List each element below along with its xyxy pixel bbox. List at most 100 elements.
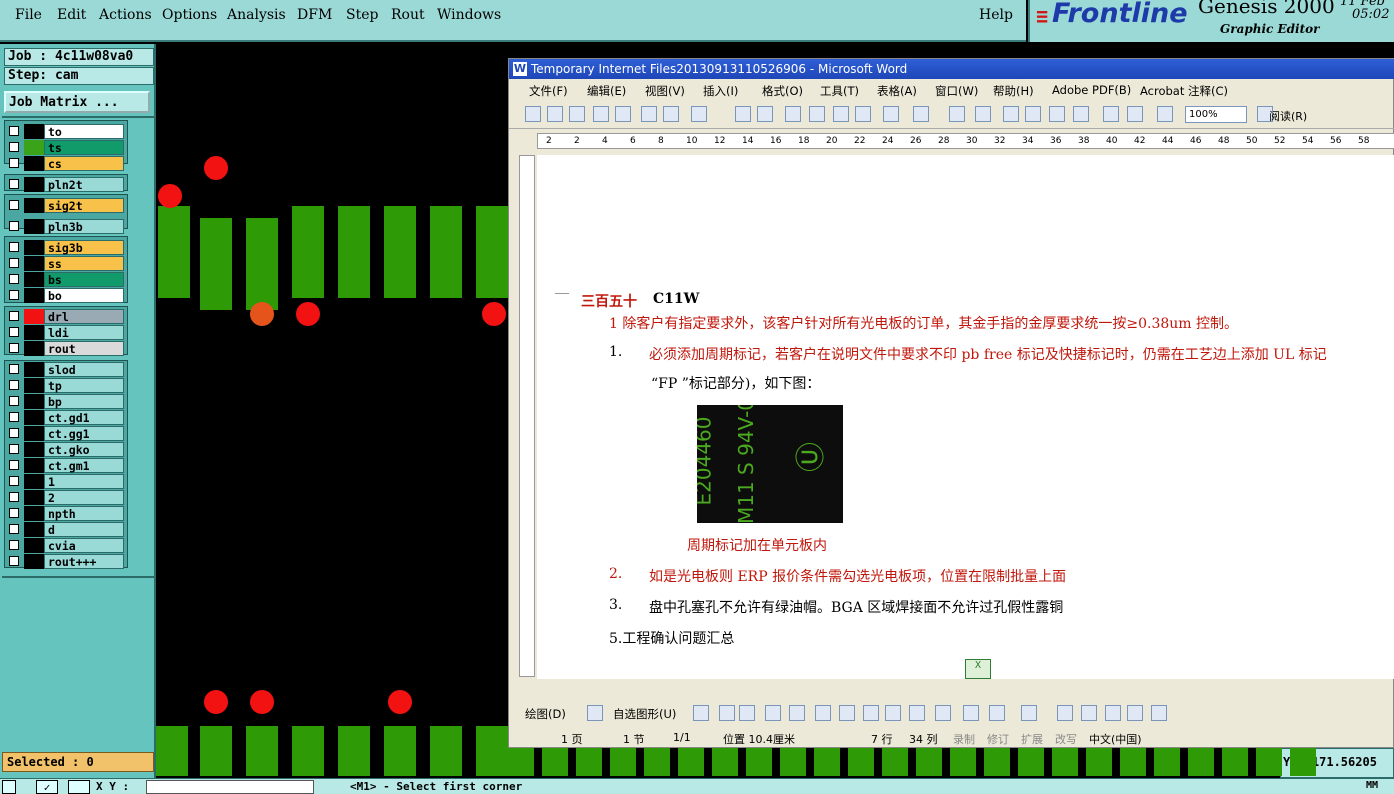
word-menu-format[interactable]: 格式(O): [762, 83, 803, 99]
layer-checkbox[interactable]: [9, 126, 19, 136]
horizontal-ruler[interactable]: 2 2 4 6 8 10 12 14 16 18 20 22 24 26 28 30 32 34 36 38 40 42 4…: [537, 133, 1394, 149]
layer-checkbox[interactable]: [9, 142, 19, 152]
xy-input[interactable]: [146, 780, 314, 794]
layer-row[interactable]: ct.gko: [6, 442, 124, 457]
word-menu-view[interactable]: 视图(V): [645, 83, 685, 99]
layer-checkbox[interactable]: [9, 221, 19, 231]
toolbar-button-icon[interactable]: [975, 106, 991, 122]
layer-row[interactable]: bs: [6, 272, 124, 287]
toolbar-button-icon[interactable]: [735, 106, 751, 122]
layer-checkbox[interactable]: [9, 158, 19, 168]
menu-rout[interactable]: Rout: [391, 7, 425, 23]
layer-row[interactable]: rout+++: [6, 554, 124, 569]
arrow-tool-icon[interactable]: [2, 780, 16, 794]
toolbar-button-icon[interactable]: [1103, 106, 1119, 122]
layer-row[interactable]: d: [6, 522, 124, 537]
layer-checkbox[interactable]: [9, 428, 19, 438]
status-record[interactable]: 录制: [953, 731, 975, 747]
status-overtype[interactable]: 改写: [1055, 731, 1077, 747]
layer-checkbox[interactable]: [9, 412, 19, 422]
menu-analysis[interactable]: Analysis: [227, 7, 286, 23]
status-track[interactable]: 修订: [987, 731, 1009, 747]
toolbar-button-icon[interactable]: [949, 106, 965, 122]
layer-row[interactable]: ts: [6, 140, 124, 155]
layer-row[interactable]: ct.gm1: [6, 458, 124, 473]
layer-row[interactable]: ldi: [6, 325, 124, 340]
toolbar-button-icon[interactable]: [1049, 106, 1065, 122]
draw-tool-icon[interactable]: [1127, 705, 1143, 721]
check-icon[interactable]: ✓: [36, 780, 58, 794]
word-menu-help[interactable]: 帮助(H): [993, 83, 1034, 99]
word-menu-table[interactable]: 表格(A): [877, 83, 917, 99]
layer-checkbox[interactable]: [9, 460, 19, 470]
draw-tool-icon[interactable]: [839, 705, 855, 721]
word-menu-file[interactable]: 文件(F): [529, 83, 568, 99]
word-menu-adobe-pdf[interactable]: Adobe PDF(B): [1052, 83, 1131, 97]
toolbar-button-icon[interactable]: [593, 106, 609, 122]
job-matrix-button[interactable]: Job Matrix ...: [4, 91, 150, 113]
toolbar-button-icon[interactable]: [913, 106, 929, 122]
layer-checkbox[interactable]: [9, 327, 19, 337]
menu-help[interactable]: Help: [979, 7, 1013, 23]
layer-row[interactable]: bo: [6, 288, 124, 303]
layer-checkbox[interactable]: [9, 556, 19, 566]
toolbar-button-icon[interactable]: [883, 106, 899, 122]
toolbar-button-icon[interactable]: [809, 106, 825, 122]
layer-row[interactable]: ss: [6, 256, 124, 271]
layer-checkbox[interactable]: [9, 396, 19, 406]
word-menu-window[interactable]: 窗口(W): [935, 83, 978, 99]
excel-object-icon[interactable]: X: [965, 659, 991, 679]
toolbar-button-icon[interactable]: [641, 106, 657, 122]
layer-checkbox[interactable]: [9, 508, 19, 518]
draw-tool-icon[interactable]: [935, 705, 951, 721]
autoshape-menu[interactable]: 自选图形(U): [613, 706, 676, 722]
layer-checkbox[interactable]: [9, 444, 19, 454]
draw-tool-icon[interactable]: [963, 705, 979, 721]
layer-checkbox[interactable]: [9, 492, 19, 502]
draw-tool-icon[interactable]: [765, 705, 781, 721]
toolbar-button-icon[interactable]: [855, 106, 871, 122]
layer-checkbox[interactable]: [9, 200, 19, 210]
layer-checkbox[interactable]: [9, 258, 19, 268]
draw-tool-icon[interactable]: [719, 705, 735, 721]
toolbar-button-icon[interactable]: [663, 106, 679, 122]
draw-tool-icon[interactable]: [789, 705, 805, 721]
toolbar-button-icon[interactable]: [785, 106, 801, 122]
layer-row[interactable]: sig3b: [6, 240, 124, 255]
layer-row[interactable]: cs: [6, 156, 124, 171]
layer-row[interactable]: 1: [6, 474, 124, 489]
menu-windows[interactable]: Windows: [437, 7, 501, 23]
draw-tool-icon[interactable]: [885, 705, 901, 721]
layer-row[interactable]: bp: [6, 394, 124, 409]
draw-tool-icon[interactable]: [1057, 705, 1073, 721]
draw-tool-icon[interactable]: [863, 705, 879, 721]
toolbar-button-icon[interactable]: [757, 106, 773, 122]
layer-checkbox[interactable]: [9, 274, 19, 284]
layer-checkbox[interactable]: [9, 242, 19, 252]
toolbar-button-icon[interactable]: [547, 106, 563, 122]
draw-tool-icon[interactable]: [1105, 705, 1121, 721]
menu-edit[interactable]: Edit: [57, 7, 86, 23]
layer-row[interactable]: npth: [6, 506, 124, 521]
vertical-ruler[interactable]: [519, 155, 535, 677]
layer-row[interactable]: drl: [6, 309, 124, 324]
menu-actions[interactable]: Actions: [99, 7, 152, 23]
toolbar-button-icon[interactable]: [1157, 106, 1173, 122]
toolbar-button-icon[interactable]: [615, 106, 631, 122]
cam-canvas[interactable]: [156, 44, 508, 778]
menu-file[interactable]: File: [15, 7, 42, 23]
zoom-select[interactable]: 100%: [1185, 106, 1247, 123]
layer-checkbox[interactable]: [9, 540, 19, 550]
layer-row[interactable]: pln3b: [6, 219, 124, 234]
layer-checkbox[interactable]: [9, 311, 19, 321]
layer-row[interactable]: cvia: [6, 538, 124, 553]
layer-checkbox[interactable]: [9, 290, 19, 300]
toolbar-button-icon[interactable]: [833, 106, 849, 122]
layer-row[interactable]: rout: [6, 341, 124, 356]
toolbar-button-icon[interactable]: [569, 106, 585, 122]
word-menu-tools[interactable]: 工具(T): [820, 83, 859, 99]
layer-checkbox[interactable]: [9, 343, 19, 353]
toolbar-button-icon[interactable]: [1127, 106, 1143, 122]
layer-row[interactable]: to: [6, 124, 124, 139]
layer-checkbox[interactable]: [9, 380, 19, 390]
